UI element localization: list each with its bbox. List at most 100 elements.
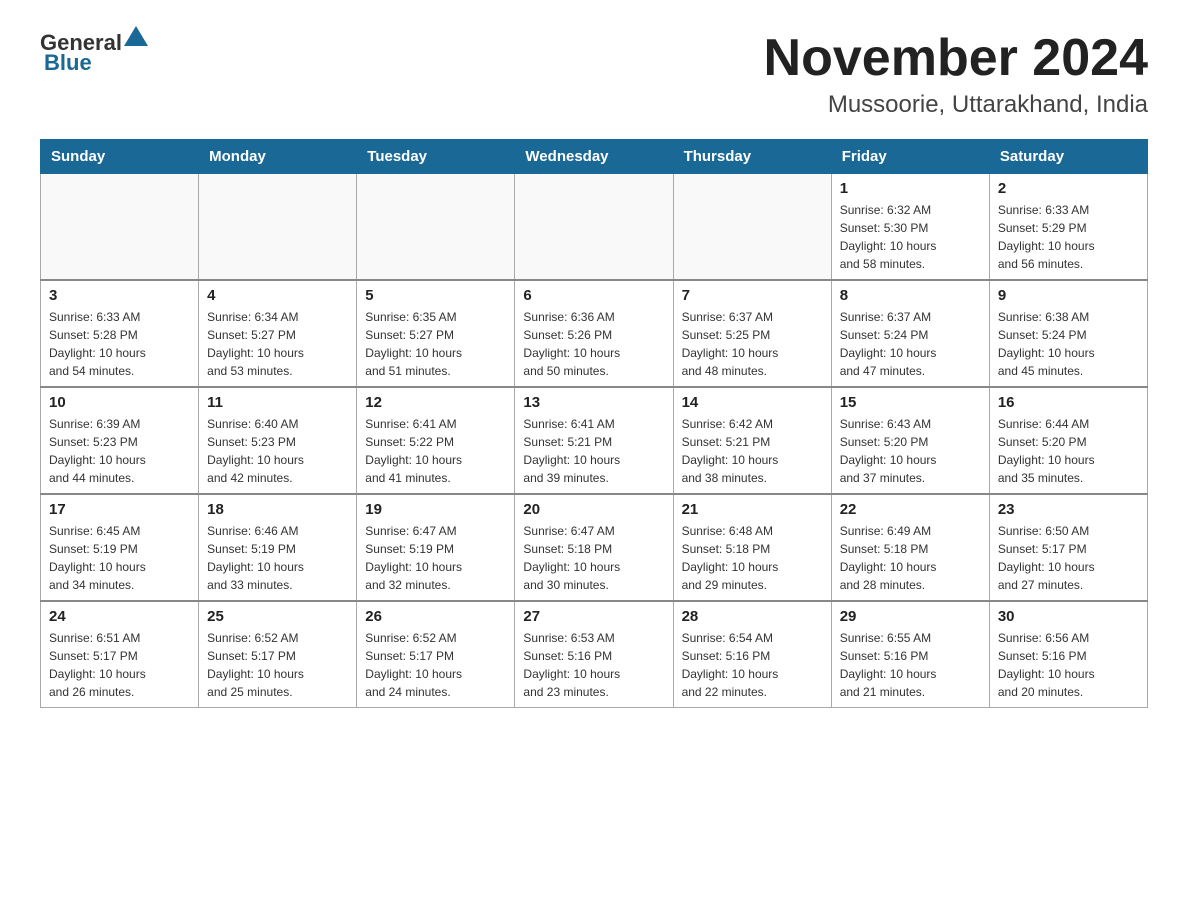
page-title: November 2024 — [764, 30, 1148, 87]
calendar-cell — [41, 174, 199, 281]
calendar-cell: 15Sunrise: 6:43 AM Sunset: 5:20 PM Dayli… — [831, 387, 989, 494]
calendar-week-row: 3 Sunrise: 6:33 AM Sunset: 5:28 PM Daylig… — [41, 280, 1148, 387]
day-number: 17 — [49, 501, 190, 518]
day-number: 8 — [840, 287, 981, 304]
calendar-header-row: SundayMondayTuesdayWednesdayThursdayFrid… — [41, 140, 1148, 174]
day-number: 15 — [840, 394, 981, 411]
day-number: 1 — [840, 180, 981, 197]
calendar-cell: 19Sunrise: 6:47 AM Sunset: 5:19 PM Dayli… — [357, 494, 515, 601]
calendar-cell: 25Sunrise: 6:52 AM Sunset: 5:17 PM Dayli… — [199, 601, 357, 708]
day-number: 12 — [365, 394, 506, 411]
day-info: Sunrise: 6:41 AM Sunset: 5:22 PM Dayligh… — [365, 415, 506, 487]
day-number: 22 — [840, 501, 981, 518]
day-info: Sunrise: 6:41 AM Sunset: 5:21 PM Dayligh… — [523, 415, 664, 487]
day-info: Sunrise: 6:47 AM Sunset: 5:18 PM Dayligh… — [523, 522, 664, 594]
title-block: November 2024 Mussoorie, Uttarakhand, In… — [764, 30, 1148, 119]
calendar-cell: 30 Sunrise: 6:56 AM Sunset: 5:16 PM Dayli… — [989, 601, 1147, 708]
day-info: Sunrise: 6:46 AM Sunset: 5:19 PM Dayligh… — [207, 522, 348, 594]
day-number: 7 — [682, 287, 823, 304]
calendar-header-monday: Monday — [199, 140, 357, 174]
day-number: 26 — [365, 608, 506, 625]
day-info: Sunrise: 6:44 AM Sunset: 5:20 PM Dayligh… — [998, 415, 1139, 487]
calendar-cell: 13 Sunrise: 6:41 AM Sunset: 5:21 PM Dayli… — [515, 387, 673, 494]
day-info: Sunrise: 6:39 AM Sunset: 5:23 PM Dayligh… — [49, 415, 190, 487]
day-number: 6 — [523, 287, 664, 304]
day-info: Sunrise: 6:50 AM Sunset: 5:17 PM Dayligh… — [998, 522, 1139, 594]
day-info: Sunrise: 6:33 AM Sunset: 5:29 PM Dayligh… — [998, 201, 1139, 273]
calendar-header-tuesday: Tuesday — [357, 140, 515, 174]
day-info: Sunrise: 6:35 AM Sunset: 5:27 PM Dayligh… — [365, 308, 506, 380]
day-info: Sunrise: 6:54 AM Sunset: 5:16 PM Dayligh… — [682, 629, 823, 701]
day-info: Sunrise: 6:38 AM Sunset: 5:24 PM Dayligh… — [998, 308, 1139, 380]
day-number: 14 — [682, 394, 823, 411]
day-info: Sunrise: 6:37 AM Sunset: 5:25 PM Dayligh… — [682, 308, 823, 380]
calendar-cell: 4 Sunrise: 6:34 AM Sunset: 5:27 PM Daylig… — [199, 280, 357, 387]
calendar-week-row: 1Sunrise: 6:32 AM Sunset: 5:30 PM Daylig… — [41, 174, 1148, 281]
day-number: 3 — [49, 287, 190, 304]
calendar-cell: 28 Sunrise: 6:54 AM Sunset: 5:16 PM Dayli… — [673, 601, 831, 708]
day-number: 20 — [523, 501, 664, 518]
calendar-cell — [199, 174, 357, 281]
calendar-cell — [673, 174, 831, 281]
day-number: 5 — [365, 287, 506, 304]
day-number: 18 — [207, 501, 348, 518]
day-number: 19 — [365, 501, 506, 518]
calendar-cell: 7 Sunrise: 6:37 AM Sunset: 5:25 PM Daylig… — [673, 280, 831, 387]
day-info: Sunrise: 6:36 AM Sunset: 5:26 PM Dayligh… — [523, 308, 664, 380]
day-info: Sunrise: 6:48 AM Sunset: 5:18 PM Dayligh… — [682, 522, 823, 594]
calendar-header-saturday: Saturday — [989, 140, 1147, 174]
calendar-cell: 6 Sunrise: 6:36 AM Sunset: 5:26 PM Daylig… — [515, 280, 673, 387]
calendar-cell — [515, 174, 673, 281]
day-number: 23 — [998, 501, 1139, 518]
calendar-header-friday: Friday — [831, 140, 989, 174]
day-number: 30 — [998, 608, 1139, 625]
calendar-cell: 3 Sunrise: 6:33 AM Sunset: 5:28 PM Daylig… — [41, 280, 199, 387]
calendar-cell: 2 Sunrise: 6:33 AM Sunset: 5:29 PM Daylig… — [989, 174, 1147, 281]
page-header: General Blue November 2024 Mussoorie, Ut… — [40, 30, 1148, 119]
day-number: 13 — [523, 394, 664, 411]
day-info: Sunrise: 6:34 AM Sunset: 5:27 PM Dayligh… — [207, 308, 348, 380]
day-info: Sunrise: 6:40 AM Sunset: 5:23 PM Dayligh… — [207, 415, 348, 487]
day-number: 10 — [49, 394, 190, 411]
calendar-cell: 21 Sunrise: 6:48 AM Sunset: 5:18 PM Dayli… — [673, 494, 831, 601]
calendar-cell: 9 Sunrise: 6:38 AM Sunset: 5:24 PM Daylig… — [989, 280, 1147, 387]
calendar-cell: 27 Sunrise: 6:53 AM Sunset: 5:16 PM Dayli… — [515, 601, 673, 708]
calendar-cell: 5 Sunrise: 6:35 AM Sunset: 5:27 PM Daylig… — [357, 280, 515, 387]
calendar-header-wednesday: Wednesday — [515, 140, 673, 174]
calendar-cell: 17 Sunrise: 6:45 AM Sunset: 5:19 PM Dayli… — [41, 494, 199, 601]
day-info: Sunrise: 6:49 AM Sunset: 5:18 PM Dayligh… — [840, 522, 981, 594]
day-number: 9 — [998, 287, 1139, 304]
day-info: Sunrise: 6:45 AM Sunset: 5:19 PM Dayligh… — [49, 522, 190, 594]
location-subtitle: Mussoorie, Uttarakhand, India — [764, 91, 1148, 119]
calendar-cell: 11 Sunrise: 6:40 AM Sunset: 5:23 PM Dayli… — [199, 387, 357, 494]
day-number: 25 — [207, 608, 348, 625]
day-info: Sunrise: 6:56 AM Sunset: 5:16 PM Dayligh… — [998, 629, 1139, 701]
logo: General Blue — [40, 30, 148, 76]
calendar-cell: 10 Sunrise: 6:39 AM Sunset: 5:23 PM Dayli… — [41, 387, 199, 494]
day-info: Sunrise: 6:33 AM Sunset: 5:28 PM Dayligh… — [49, 308, 190, 380]
day-number: 27 — [523, 608, 664, 625]
day-number: 11 — [207, 394, 348, 411]
calendar-cell: 18 Sunrise: 6:46 AM Sunset: 5:19 PM Dayli… — [199, 494, 357, 601]
calendar-cell: 20 Sunrise: 6:47 AM Sunset: 5:18 PM Dayli… — [515, 494, 673, 601]
day-info: Sunrise: 6:51 AM Sunset: 5:17 PM Dayligh… — [49, 629, 190, 701]
day-number: 2 — [998, 180, 1139, 197]
calendar-week-row: 24 Sunrise: 6:51 AM Sunset: 5:17 PM Dayli… — [41, 601, 1148, 708]
calendar-cell: 1Sunrise: 6:32 AM Sunset: 5:30 PM Daylig… — [831, 174, 989, 281]
calendar-cell: 26Sunrise: 6:52 AM Sunset: 5:17 PM Dayli… — [357, 601, 515, 708]
day-number: 16 — [998, 394, 1139, 411]
day-number: 29 — [840, 608, 981, 625]
day-info: Sunrise: 6:37 AM Sunset: 5:24 PM Dayligh… — [840, 308, 981, 380]
day-number: 28 — [682, 608, 823, 625]
day-info: Sunrise: 6:53 AM Sunset: 5:16 PM Dayligh… — [523, 629, 664, 701]
day-number: 4 — [207, 287, 348, 304]
calendar-cell: 29 Sunrise: 6:55 AM Sunset: 5:16 PM Dayli… — [831, 601, 989, 708]
day-info: Sunrise: 6:42 AM Sunset: 5:21 PM Dayligh… — [682, 415, 823, 487]
calendar-cell: 8 Sunrise: 6:37 AM Sunset: 5:24 PM Daylig… — [831, 280, 989, 387]
calendar-header-sunday: Sunday — [41, 140, 199, 174]
day-number: 21 — [682, 501, 823, 518]
calendar-header-thursday: Thursday — [673, 140, 831, 174]
calendar-cell: 23 Sunrise: 6:50 AM Sunset: 5:17 PM Dayli… — [989, 494, 1147, 601]
day-number: 24 — [49, 608, 190, 625]
day-info: Sunrise: 6:55 AM Sunset: 5:16 PM Dayligh… — [840, 629, 981, 701]
